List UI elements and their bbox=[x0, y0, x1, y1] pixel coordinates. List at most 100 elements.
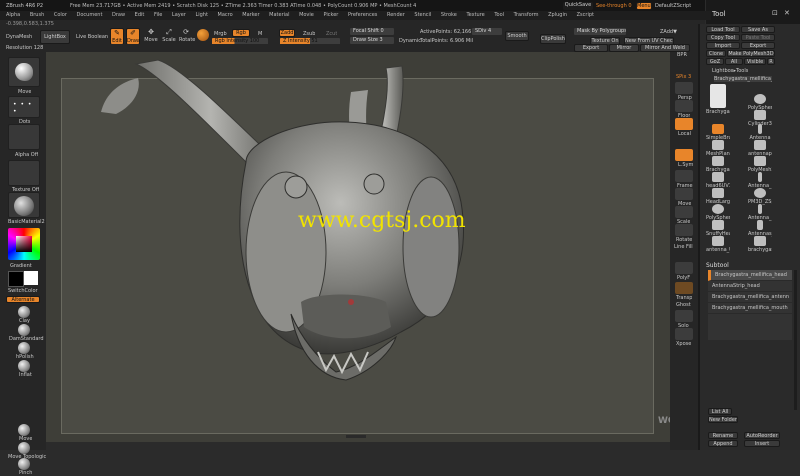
subtool-row[interactable]: Brachygastra_mellifica_antenn bbox=[708, 292, 792, 303]
subtool-row[interactable]: AntennaStrip_head bbox=[708, 281, 792, 292]
stroke-thumbnail[interactable]: • • • • bbox=[8, 96, 40, 118]
export-tool-button[interactable]: Export bbox=[741, 42, 775, 49]
load-tool-button[interactable]: Load Tool bbox=[706, 26, 740, 33]
sdiv-slider[interactable]: SDiv 4 bbox=[472, 28, 502, 35]
menu-item[interactable]: Document bbox=[77, 12, 103, 18]
export-button[interactable]: Export bbox=[574, 44, 608, 52]
copy-tool-button[interactable]: Copy Tool bbox=[706, 34, 740, 41]
menu-item[interactable]: Alpha bbox=[6, 12, 20, 18]
frame-icon[interactable] bbox=[675, 170, 693, 182]
menu-item[interactable]: Stencil bbox=[414, 12, 431, 18]
lightbox-button[interactable]: LightBox bbox=[40, 30, 70, 44]
zadd-toggle[interactable]: Zadd bbox=[279, 29, 295, 37]
subtool-row[interactable]: Brachygastra_mellifica_head bbox=[708, 270, 792, 281]
color-picker[interactable] bbox=[8, 228, 40, 260]
r-button[interactable]: R bbox=[767, 58, 775, 65]
linefill-label[interactable]: Line Fill bbox=[674, 244, 693, 250]
material-sphere-icon[interactable] bbox=[197, 29, 209, 41]
menu-item[interactable]: Transform bbox=[514, 12, 539, 18]
zcut-toggle[interactable]: Zcut bbox=[326, 31, 337, 37]
material-thumbnail[interactable] bbox=[8, 192, 40, 218]
tool-item[interactable]: PM3D_ZSphere bbox=[748, 188, 772, 205]
new-folder-button[interactable]: New Folder bbox=[708, 416, 738, 423]
zadd-dropdown[interactable]: ZAdd▼ bbox=[660, 29, 677, 35]
menu-item[interactable]: Macro bbox=[218, 12, 233, 18]
resolution-slider[interactable]: Resolution 128 bbox=[6, 45, 43, 51]
append-button[interactable]: Append bbox=[708, 440, 738, 447]
menu-item[interactable]: Edit bbox=[135, 12, 145, 18]
default-zscript[interactable]: DefaultZScript bbox=[655, 3, 691, 9]
mrgb-toggle[interactable]: Mrgb bbox=[214, 31, 227, 37]
tool-item[interactable]: head6UV1 bbox=[706, 172, 730, 189]
menu-item[interactable]: File bbox=[154, 12, 162, 18]
tool-item[interactable]: Antenna_1 bbox=[748, 204, 772, 221]
menu-item[interactable]: Color bbox=[54, 12, 67, 18]
import-button[interactable]: Import bbox=[706, 42, 740, 49]
rotate-view-icon[interactable] bbox=[675, 224, 693, 236]
clone-button[interactable]: Clone bbox=[706, 50, 726, 57]
tool-item[interactable]: antennapanel bbox=[748, 140, 772, 157]
rgb-toggle[interactable]: Rgb bbox=[232, 29, 250, 37]
menu-item[interactable]: Layer bbox=[172, 12, 186, 18]
transp-icon[interactable] bbox=[675, 282, 693, 294]
menu-item[interactable]: Marker bbox=[242, 12, 259, 18]
paste-tool-button[interactable]: Paste Tool bbox=[741, 34, 775, 41]
ghost-label[interactable]: Ghost bbox=[676, 302, 691, 308]
gradient-label[interactable]: Gradient bbox=[10, 263, 32, 269]
live-boolean-button[interactable]: Live Boolean bbox=[76, 34, 108, 40]
inflat-brush-icon[interactable] bbox=[18, 360, 30, 372]
spix-slider[interactable]: SPix 3 bbox=[676, 74, 691, 80]
menu-item[interactable]: Stroke bbox=[441, 12, 457, 18]
ant-head-model[interactable] bbox=[46, 52, 670, 442]
tool-item[interactable]: PolySphere bbox=[748, 94, 772, 111]
viewport[interactable]: www.cgtsj.com WORKSHOP bbox=[46, 52, 718, 442]
make-polymesh-button[interactable]: Make PolyMesh3D bbox=[727, 50, 775, 57]
visible-button[interactable]: Visible bbox=[744, 58, 766, 65]
mask-by-polygroups-slider[interactable]: Mask By Polygroups 100 bbox=[574, 28, 626, 35]
move-button[interactable]: ✥ Move bbox=[144, 28, 158, 45]
move-brush-small-icon[interactable] bbox=[18, 424, 30, 436]
alpha-thumbnail[interactable] bbox=[8, 124, 40, 150]
tool-item[interactable]: antenna_UV bbox=[706, 236, 730, 253]
clay-brush-icon[interactable] bbox=[18, 306, 30, 318]
lightbox-tools-link[interactable]: Lightbox▸Tools bbox=[712, 68, 748, 74]
zsub-toggle[interactable]: Zsub bbox=[303, 31, 315, 37]
texture-thumbnail[interactable] bbox=[8, 160, 40, 186]
xpose-icon[interactable] bbox=[675, 328, 693, 340]
menu-item[interactable]: Tool bbox=[494, 12, 504, 18]
brush-thumbnail[interactable] bbox=[8, 57, 40, 87]
secondary-color-swatch[interactable] bbox=[8, 271, 24, 287]
scale-button[interactable]: ⤢ Scale bbox=[162, 28, 176, 45]
menu-item[interactable]: Brush bbox=[30, 12, 44, 18]
tool-item[interactable]: HeadLargeHair bbox=[706, 188, 730, 205]
tool-item[interactable]: MeshPlanes_1 bbox=[706, 140, 730, 157]
menu-item[interactable]: Zscript bbox=[577, 12, 594, 18]
menus-button[interactable]: Menus bbox=[636, 2, 652, 10]
polyf-icon[interactable] bbox=[675, 262, 693, 274]
persp-icon[interactable] bbox=[675, 82, 693, 94]
switch-color-button[interactable]: SwitchColor bbox=[8, 288, 38, 294]
tool-item[interactable]: PolySphere bbox=[706, 204, 730, 221]
pinch-brush-icon[interactable] bbox=[18, 458, 30, 470]
menu-item[interactable]: Movie bbox=[299, 12, 314, 18]
menu-item[interactable]: Material bbox=[269, 12, 289, 18]
alternate-button[interactable]: Alternate bbox=[6, 296, 40, 303]
clippolish-button[interactable]: ClipPolish bbox=[540, 34, 566, 44]
color-saturation-square[interactable] bbox=[16, 236, 32, 252]
tool-item[interactable]: SnuffyHead bbox=[706, 220, 730, 237]
list-all-button[interactable]: List All bbox=[708, 408, 732, 415]
auto-reorder-button[interactable]: AutoReorder bbox=[744, 432, 780, 439]
tool-item[interactable]: SimpleBrush bbox=[706, 124, 730, 141]
floor-icon[interactable] bbox=[675, 100, 693, 112]
save-as-button[interactable]: Save As bbox=[741, 26, 775, 33]
draw-button[interactable]: ✐ Draw bbox=[126, 28, 140, 45]
damstandard-brush-icon[interactable] bbox=[18, 324, 30, 336]
menu-item[interactable]: Preferences bbox=[348, 12, 377, 18]
tool-item[interactable]: Antennas_1 bbox=[748, 220, 772, 237]
tool-item[interactable]: brachygastra_head bbox=[748, 236, 772, 253]
window-minimize-icon[interactable]: ⊡ bbox=[772, 9, 778, 17]
move-view-icon[interactable] bbox=[675, 188, 693, 200]
dynamesh-button[interactable]: DynaMesh bbox=[6, 34, 32, 40]
mirror-button[interactable]: Mirror bbox=[609, 44, 639, 52]
m-toggle[interactable]: M bbox=[258, 31, 262, 37]
